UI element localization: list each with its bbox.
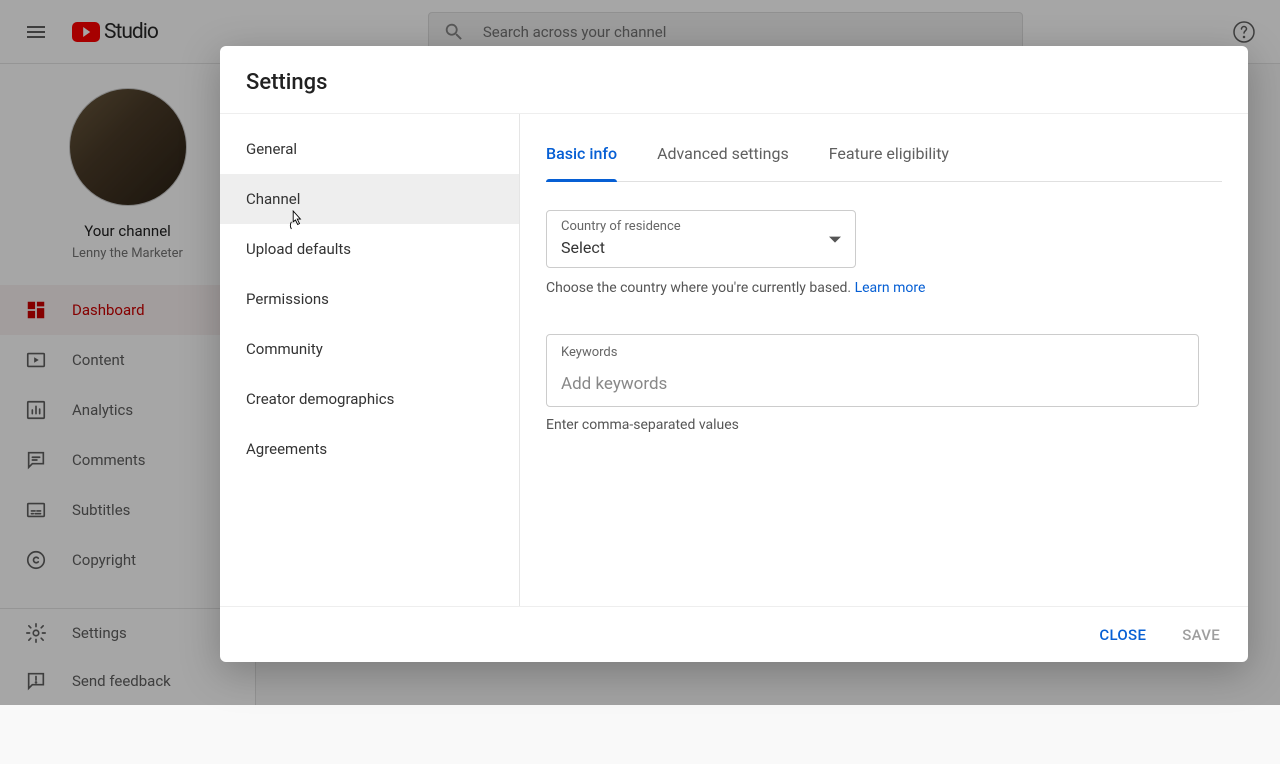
settings-agreements[interactable]: Agreements	[220, 424, 519, 474]
country-label: Country of residence	[561, 219, 841, 234]
country-helper-text: Choose the country where you're currentl…	[546, 280, 855, 296]
close-button[interactable]: CLOSE	[1095, 618, 1150, 652]
tab-basic-info[interactable]: Basic info	[546, 144, 617, 181]
settings-upload-defaults[interactable]: Upload defaults	[220, 224, 519, 274]
tab-advanced-settings[interactable]: Advanced settings	[657, 144, 789, 181]
keywords-input[interactable]	[561, 374, 1184, 394]
country-helper: Choose the country where you're currentl…	[546, 280, 1222, 296]
keywords-field[interactable]: Keywords	[546, 334, 1199, 407]
keywords-helper: Enter comma-separated values	[546, 417, 1222, 433]
learn-more-link[interactable]: Learn more	[855, 280, 926, 296]
country-select[interactable]: Country of residence Select	[546, 210, 856, 268]
modal-content: Basic info Advanced settings Feature eli…	[520, 114, 1248, 606]
modal-title: Settings	[220, 46, 1248, 114]
settings-permissions[interactable]: Permissions	[220, 274, 519, 324]
settings-general[interactable]: General	[220, 124, 519, 174]
modal-sidebar: General Channel Upload defaults Permissi…	[220, 114, 520, 606]
keywords-label: Keywords	[561, 345, 1184, 360]
country-value: Select	[561, 238, 841, 257]
chevron-down-icon	[829, 237, 841, 243]
tab-feature-eligibility[interactable]: Feature eligibility	[829, 144, 949, 181]
modal-body: General Channel Upload defaults Permissi…	[220, 114, 1248, 606]
country-field: Country of residence Select Choose the c…	[546, 210, 1222, 296]
save-button[interactable]: SAVE	[1178, 618, 1224, 652]
settings-tabs: Basic info Advanced settings Feature eli…	[546, 114, 1222, 182]
settings-community[interactable]: Community	[220, 324, 519, 374]
modal-footer: CLOSE SAVE	[220, 606, 1248, 662]
settings-channel[interactable]: Channel	[220, 174, 519, 224]
settings-modal: Settings General Channel Upload defaults…	[220, 46, 1248, 662]
settings-creator-demographics[interactable]: Creator demographics	[220, 374, 519, 424]
